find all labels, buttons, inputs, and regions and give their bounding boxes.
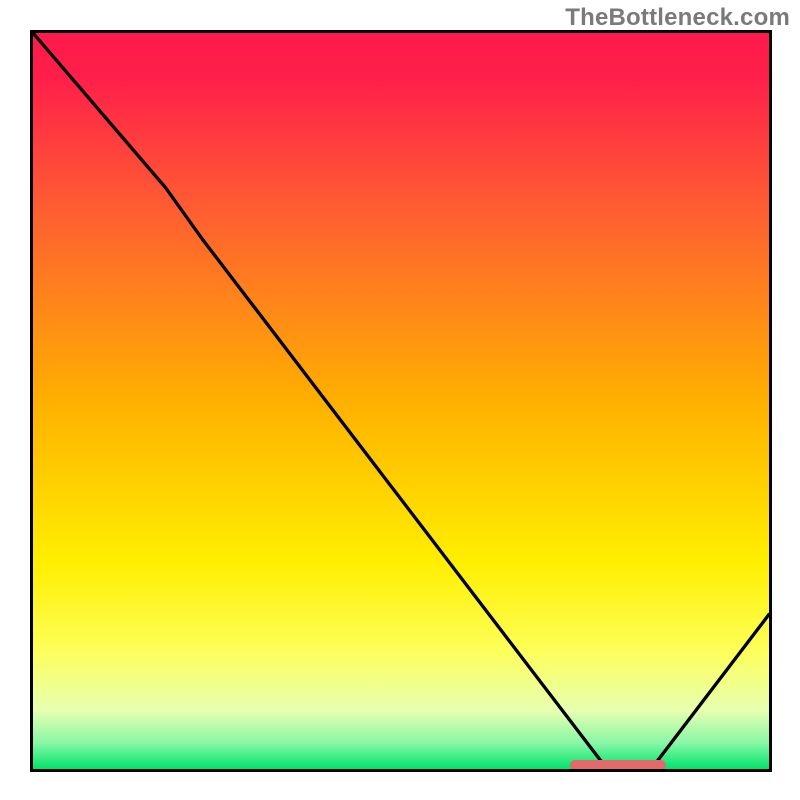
highlight-segment [570, 760, 666, 770]
plot-area [30, 30, 772, 772]
bottleneck-curve [33, 33, 769, 769]
chart-frame: TheBottleneck.com [0, 0, 800, 800]
curve-layer [33, 33, 769, 769]
watermark-label: TheBottleneck.com [565, 4, 790, 32]
